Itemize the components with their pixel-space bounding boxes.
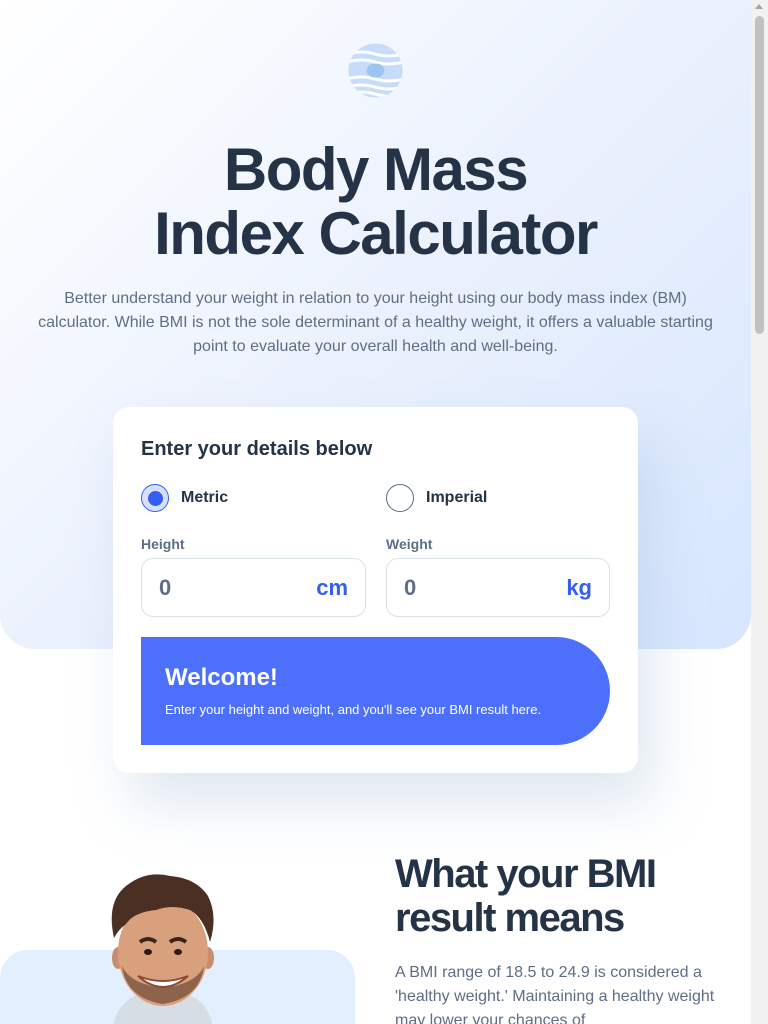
scrollbar-thumb[interactable] (755, 16, 764, 334)
metric-radio[interactable]: Metric (141, 484, 228, 512)
result-text: Enter your height and weight, and you'll… (165, 702, 542, 717)
height-input[interactable]: 0 cm (141, 558, 366, 617)
page-title-line-2: Index Calculator (154, 200, 598, 267)
weight-unit: kg (566, 574, 592, 600)
page-title-line-1: Body Mass (223, 136, 529, 203)
vertical-scrollbar[interactable] (751, 0, 768, 1024)
imperial-label: Imperial (426, 489, 488, 506)
bmi-logo-icon (348, 43, 403, 98)
bmi-meaning-text: A BMI range of 18.5 to 24.9 is considere… (395, 964, 715, 1024)
imperial-radio[interactable]: Imperial (386, 484, 487, 512)
bmi-meaning-title: What your BMI result means (395, 852, 657, 940)
metric-label: Metric (181, 489, 229, 506)
bmi-calculator-card: Enter your details below Metric Imperial… (113, 407, 638, 773)
weight-value[interactable]: 0 (404, 575, 416, 601)
height-value[interactable]: 0 (159, 575, 171, 601)
height-unit: cm (316, 574, 348, 600)
result-panel: Welcome! Enter your height and weight, a… (141, 637, 610, 745)
result-title: Welcome! (165, 664, 278, 691)
person-photo (111, 874, 214, 1024)
scroll-up-icon[interactable] (755, 4, 763, 9)
form-heading: Enter your details below (141, 438, 373, 460)
page-title: Body Mass Index Calculator (0, 138, 751, 266)
height-label: Height (141, 536, 185, 552)
radio-checked-icon[interactable] (141, 484, 169, 512)
weight-input[interactable]: 0 kg (386, 558, 610, 617)
radio-unchecked-icon[interactable] (386, 484, 414, 512)
intro-paragraph: Better understand your weight in relatio… (38, 290, 713, 355)
weight-label: Weight (386, 536, 433, 552)
